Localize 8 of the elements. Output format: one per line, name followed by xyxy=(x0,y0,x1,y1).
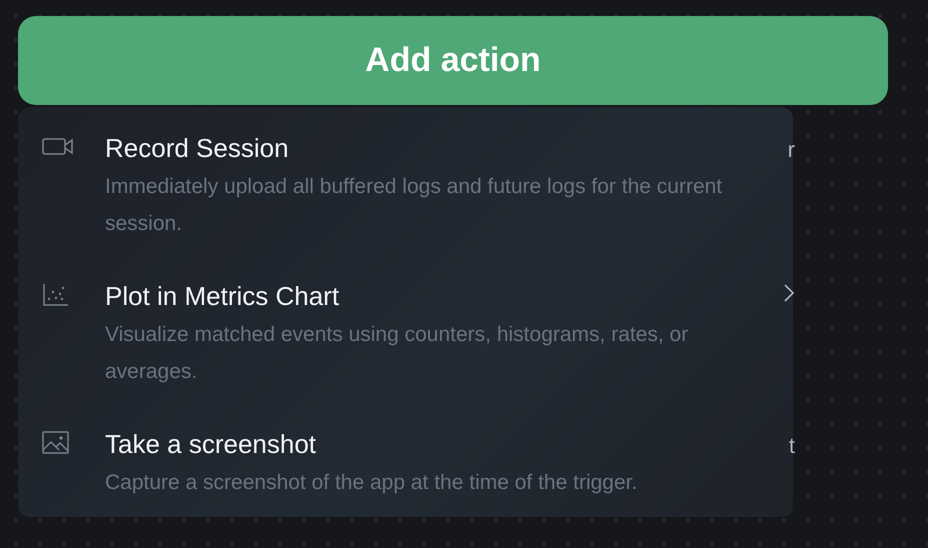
action-title[interactable]: Record Session xyxy=(105,131,765,165)
shortcut-key: t xyxy=(765,427,795,501)
action-description: Immediately upload all buffered logs and future logs for the current session. xyxy=(105,174,724,237)
action-description: Visualize matched events using counters, histograms, rates, or averages. xyxy=(105,322,690,385)
shortcut-key: r xyxy=(765,131,795,255)
action-title[interactable]: Plot in Metrics Chart xyxy=(105,279,765,313)
action-description: Capture a screenshot of the app at the time of the trigger. xyxy=(105,470,638,496)
action-title[interactable]: Take a screenshot xyxy=(105,427,765,461)
